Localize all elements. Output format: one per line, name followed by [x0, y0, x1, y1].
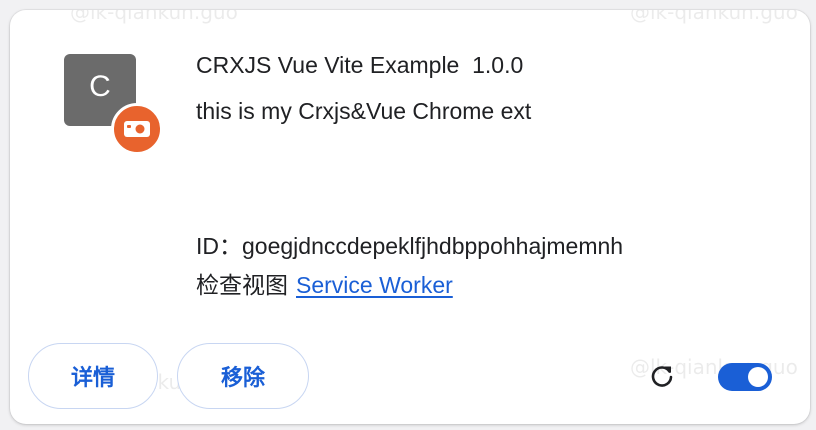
toggle-knob [748, 367, 768, 387]
extension-card: @lk-qiankun.guo @lk-qiankun.guo @lk-qian… [10, 10, 810, 424]
extension-icon-letter: C [89, 70, 111, 103]
camera-icon [124, 121, 150, 137]
details-button[interactable]: 详情 [28, 343, 158, 409]
id-value: goegjdnccdepeklfjhdbppohhajmemnh [242, 233, 624, 259]
reload-icon[interactable] [647, 362, 677, 392]
inspect-views-label: 检查视图 [196, 272, 288, 298]
id-label: ID： [196, 233, 242, 259]
extension-description: this is my Crxjs&Vue Chrome ext [196, 98, 532, 124]
watermark: @lk-qiankun.guo [70, 10, 238, 24]
extension-title: CRXJS Vue Vite Example 1.0.0 [196, 52, 524, 78]
unpacked-badge-icon [111, 103, 163, 155]
enable-toggle[interactable] [718, 363, 772, 391]
extension-id-row: ID：goegjdnccdepeklfjhdbppohhajmemnh [196, 227, 623, 261]
service-worker-link[interactable]: Service Worker [296, 272, 453, 298]
inspect-views-row: 检查视图 Service Worker [196, 266, 453, 300]
watermark: @lk-qiankun.guo [630, 10, 798, 24]
remove-button[interactable]: 移除 [177, 343, 309, 409]
